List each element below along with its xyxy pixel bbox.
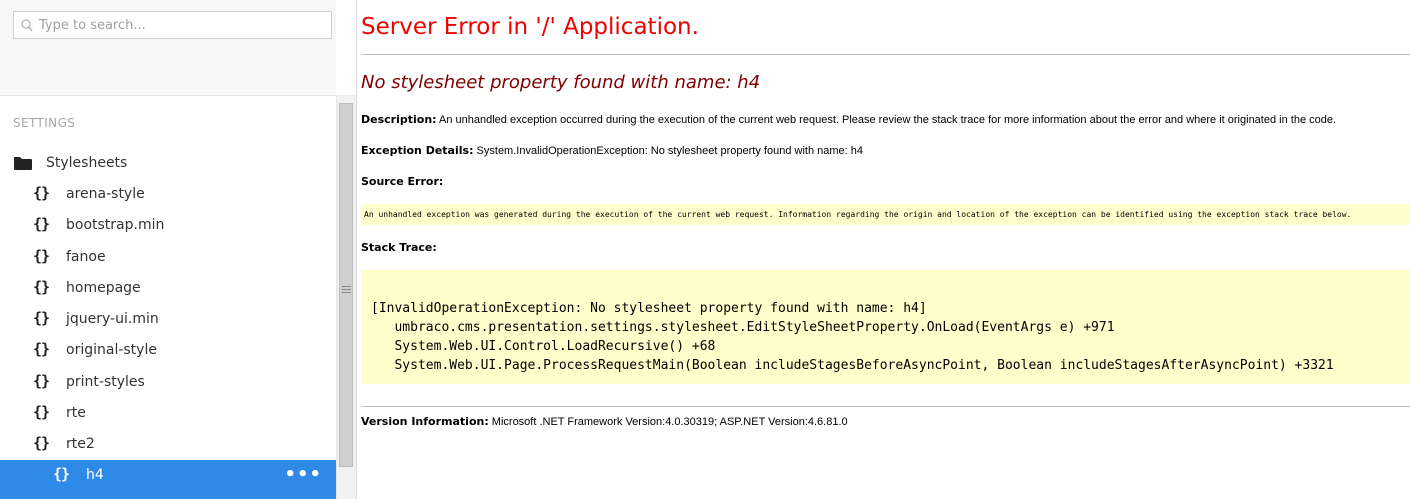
error-subtitle: No stylesheet property found with name: …: [361, 72, 761, 93]
error-title: Server Error in '/' Application.: [361, 14, 699, 40]
tree-item-rte[interactable]: {} rte: [0, 398, 336, 429]
stylesheet-icon: {}: [33, 247, 50, 265]
panel-divider[interactable]: [356, 0, 357, 499]
source-error-box: An unhandled exception was generated dur…: [361, 204, 1410, 225]
stack-trace-box: [InvalidOperationException: No styleshee…: [361, 270, 1410, 384]
search-area: [0, 0, 336, 96]
tree-item-jquery-ui-min[interactable]: {} jquery-ui.min: [0, 304, 336, 335]
divider: [361, 54, 1410, 55]
exception-text: System.InvalidOperationException: No sty…: [476, 145, 863, 157]
stack-line: System.Web.UI.Page.ProcessRequestMain(Bo…: [371, 358, 1334, 373]
exception-details: Exception Details: System.InvalidOperati…: [361, 144, 863, 157]
tree-item-arena-style[interactable]: {} arena-style: [0, 179, 336, 210]
description-text: An unhandled exception occurred during t…: [439, 114, 1337, 126]
section-title: SETTINGS: [13, 116, 76, 130]
stylesheet-icon: {}: [33, 215, 50, 233]
stylesheet-icon: {}: [53, 465, 70, 483]
description: Description: An unhandled exception occu…: [361, 113, 1336, 126]
source-error-label: Source Error:: [361, 175, 444, 188]
more-options-icon[interactable]: •••: [284, 464, 322, 485]
tree-item-label: fanoe: [66, 249, 106, 265]
tree-item-label: bootstrap.min: [66, 217, 165, 233]
tree-item-print-styles[interactable]: {} print-styles: [0, 367, 336, 398]
divider: [361, 406, 1410, 407]
scrollbar-thumb[interactable]: [339, 103, 353, 467]
stylesheet-icon: {}: [33, 278, 50, 296]
stack-line: umbraco.cms.presentation.settings.styles…: [371, 320, 1115, 335]
tree-item-label: homepage: [66, 280, 141, 296]
tree-item-rte2[interactable]: {} rte2: [0, 429, 336, 460]
tree-item-label: arena-style: [66, 186, 145, 202]
stylesheet-icon: {}: [33, 184, 50, 202]
tree-item-bootstrap-min[interactable]: {} bootstrap.min: [0, 210, 336, 241]
stylesheet-icon: {}: [33, 309, 50, 327]
stack-line: System.Web.UI.Control.LoadRecursive() +6…: [371, 339, 716, 354]
search-box[interactable]: [13, 11, 332, 39]
stack-trace-label: Stack Trace:: [361, 241, 437, 254]
tree-item-label: Stylesheets: [46, 155, 128, 171]
description-label: Description:: [361, 113, 437, 126]
stylesheet-icon: {}: [33, 340, 50, 358]
search-input[interactable]: [39, 14, 324, 36]
tree-item-label: jquery-ui.min: [66, 311, 159, 327]
version-label: Version Information:: [361, 415, 489, 428]
error-page: Server Error in '/' Application. No styl…: [361, 0, 1410, 499]
tree-item-fanoe[interactable]: {} fanoe: [0, 242, 336, 273]
tree-item-stylesheets[interactable]: Stylesheets: [0, 148, 336, 179]
version-info: Version Information: Microsoft .NET Fram…: [361, 415, 848, 428]
tree-item-label: print-styles: [66, 374, 145, 390]
version-text: Microsoft .NET Framework Version:4.0.303…: [491, 416, 848, 428]
stack-line: [InvalidOperationException: No styleshee…: [371, 301, 927, 316]
tree-panel: SETTINGS Stylesheets {} arena-style {} b…: [0, 0, 336, 499]
stylesheet-icon: {}: [33, 403, 50, 421]
tree-item-label: rte2: [66, 436, 95, 452]
folder-icon: [14, 157, 32, 170]
stylesheet-icon: {}: [33, 372, 50, 390]
tree-item-original-style[interactable]: {} original-style: [0, 335, 336, 366]
grip-icon: [342, 286, 351, 297]
source-error-text: An unhandled exception was generated dur…: [364, 210, 1352, 219]
search-icon: [21, 19, 33, 32]
tree-item-h4[interactable]: {} h4 •••: [0, 460, 336, 499]
stylesheet-icon: {}: [33, 434, 50, 452]
tree-item-homepage[interactable]: {} homepage: [0, 273, 336, 304]
tree-item-label: h4: [86, 467, 104, 483]
tree-item-label: rte: [66, 405, 86, 421]
exception-label: Exception Details:: [361, 144, 474, 157]
tree-item-label: original-style: [66, 342, 157, 358]
